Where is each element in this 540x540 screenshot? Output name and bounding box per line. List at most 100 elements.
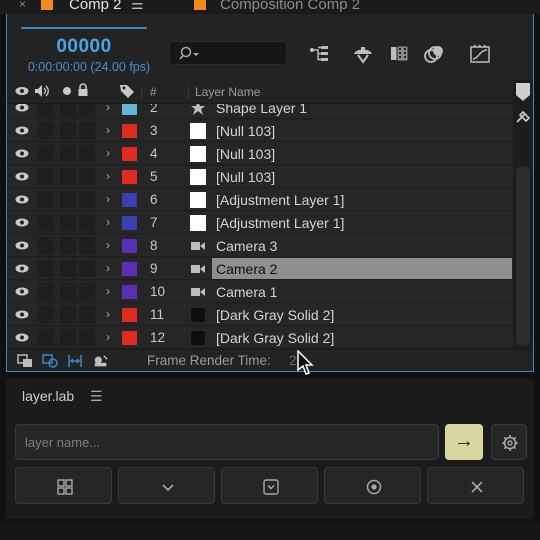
solo-toggle-cell[interactable] xyxy=(60,168,76,185)
lock-toggle-cell[interactable] xyxy=(79,191,95,208)
layer-name-cell[interactable]: Camera 2 xyxy=(212,258,512,279)
feather-pen-icon[interactable] xyxy=(515,108,533,124)
comp-toggle-icon[interactable] xyxy=(17,354,33,368)
expand-chevron-icon[interactable]: › xyxy=(106,307,110,321)
layer-name-cell[interactable]: [Adjustment Layer 1] xyxy=(212,212,512,233)
audio-toggle-cell[interactable] xyxy=(38,122,54,139)
lock-toggle-cell[interactable] xyxy=(79,214,95,231)
layer-name-cell[interactable]: Camera 1 xyxy=(212,281,512,302)
layerlab-menu-icon[interactable]: ☰ xyxy=(90,388,103,405)
panel-menu-icon[interactable]: ☰ xyxy=(131,0,144,13)
solo-toggle-cell[interactable] xyxy=(60,237,76,254)
layer-row[interactable]: › 11 [Dark Gray Solid 2] xyxy=(7,304,513,326)
draft-3d-icon[interactable] xyxy=(351,42,375,66)
label-color-swatch[interactable] xyxy=(122,262,137,276)
layer-row[interactable]: › 12 [Dark Gray Solid 2] xyxy=(7,327,513,349)
label-color-swatch[interactable] xyxy=(122,216,137,230)
label-color-swatch[interactable] xyxy=(122,285,137,299)
graph-editor-icon[interactable] xyxy=(468,42,492,66)
lock-toggle-cell[interactable] xyxy=(79,145,95,162)
checkbox-dropdown-button[interactable] xyxy=(221,467,318,504)
expand-chevron-icon[interactable]: › xyxy=(106,330,110,344)
expand-chevron-icon[interactable]: › xyxy=(106,169,110,183)
frame-blending-icon[interactable] xyxy=(388,42,412,66)
target-button[interactable] xyxy=(324,467,421,504)
solo-toggle-cell[interactable] xyxy=(60,214,76,231)
layer-row[interactable]: › 10 Camera 1 xyxy=(7,281,513,303)
layer-row[interactable]: › 7 [Adjustment Layer 1] xyxy=(7,212,513,234)
transfer-controls-icon[interactable] xyxy=(42,354,58,368)
motion-blur-icon[interactable] xyxy=(422,42,446,66)
in-out-icon[interactable] xyxy=(67,354,83,368)
scroll-thumb[interactable] xyxy=(516,166,530,346)
audio-toggle-cell[interactable] xyxy=(38,283,54,300)
solo-toggle-cell[interactable] xyxy=(60,191,76,208)
draft-icon[interactable] xyxy=(93,354,109,368)
audio-toggle-cell[interactable] xyxy=(38,237,54,254)
layer-row[interactable]: › 2 Shape Layer 1 xyxy=(7,104,513,119)
visibility-eye-icon[interactable] xyxy=(15,218,29,227)
expand-chevron-icon[interactable]: › xyxy=(106,261,110,275)
layer-row[interactable]: › 8 Camera 3 xyxy=(7,235,513,257)
visibility-eye-icon[interactable] xyxy=(15,195,29,204)
expand-chevron-icon[interactable]: › xyxy=(106,238,110,252)
visibility-eye-icon[interactable] xyxy=(15,172,29,181)
layer-name-cell[interactable]: [Null 103] xyxy=(212,143,512,164)
tab-composition-comp-2[interactable]: Composition Comp 2 xyxy=(220,0,360,13)
label-color-swatch[interactable] xyxy=(122,193,137,207)
visibility-eye-icon[interactable] xyxy=(15,264,29,273)
audio-toggle-cell[interactable] xyxy=(38,306,54,323)
solo-toggle-cell[interactable] xyxy=(60,260,76,277)
solo-toggle-cell[interactable] xyxy=(60,329,76,346)
video-visibility-column-icon[interactable] xyxy=(15,86,29,96)
layer-row[interactable]: › 6 [Adjustment Layer 1] xyxy=(7,189,513,211)
solo-toggle-cell[interactable] xyxy=(60,283,76,300)
solo-toggle-cell[interactable] xyxy=(60,145,76,162)
visibility-eye-icon[interactable] xyxy=(15,149,29,158)
audio-toggle-cell[interactable] xyxy=(38,329,54,346)
layer-scrollbar[interactable] xyxy=(513,80,533,350)
tab-comp-2[interactable]: Comp 2 xyxy=(69,0,122,13)
close-button[interactable] xyxy=(427,467,524,504)
lock-column-icon[interactable] xyxy=(77,83,89,97)
label-color-swatch[interactable] xyxy=(122,170,137,184)
label-color-swatch[interactable] xyxy=(122,239,137,253)
lock-toggle-cell[interactable] xyxy=(79,168,95,185)
visibility-eye-icon[interactable] xyxy=(15,333,29,342)
current-time-display[interactable]: 00000 xyxy=(21,36,147,58)
visibility-eye-icon[interactable] xyxy=(15,126,29,135)
visibility-eye-icon[interactable] xyxy=(15,310,29,319)
expand-chevron-icon[interactable]: › xyxy=(106,284,110,298)
close-tab-button[interactable]: × xyxy=(19,0,26,11)
visibility-eye-icon[interactable] xyxy=(15,287,29,296)
solo-toggle-cell[interactable] xyxy=(60,104,76,116)
layer-row[interactable]: › 3 [Null 103] xyxy=(7,120,513,142)
audio-toggle-cell[interactable] xyxy=(38,145,54,162)
grid-button[interactable] xyxy=(15,467,112,504)
expand-chevron-icon[interactable]: › xyxy=(106,192,110,206)
lock-toggle-cell[interactable] xyxy=(79,306,95,323)
column-layer-name-label[interactable]: Layer Name xyxy=(195,85,260,99)
dropdown-button[interactable] xyxy=(118,467,215,504)
visibility-eye-icon[interactable] xyxy=(15,241,29,250)
expand-chevron-icon[interactable]: › xyxy=(106,104,110,114)
work-area-marker-icon[interactable] xyxy=(516,83,530,101)
audio-column-icon[interactable] xyxy=(34,84,50,98)
layer-name-cell[interactable]: [Null 103] xyxy=(212,120,512,141)
audio-toggle-cell[interactable] xyxy=(38,104,54,116)
label-color-swatch[interactable] xyxy=(122,331,137,345)
layer-name-cell[interactable]: [Null 103] xyxy=(212,166,512,187)
lock-toggle-cell[interactable] xyxy=(79,237,95,254)
solo-toggle-cell[interactable] xyxy=(60,122,76,139)
label-tag-icon[interactable] xyxy=(119,83,135,99)
layer-row[interactable]: › 4 [Null 103] xyxy=(7,143,513,165)
layer-search-input[interactable] xyxy=(169,41,287,65)
expand-chevron-icon[interactable]: › xyxy=(106,146,110,160)
lock-toggle-cell[interactable] xyxy=(79,104,95,116)
layer-name-cell[interactable]: Shape Layer 1 xyxy=(212,104,512,118)
audio-toggle-cell[interactable] xyxy=(38,260,54,277)
create-layer-button[interactable]: → xyxy=(445,424,483,460)
solo-column-icon[interactable] xyxy=(62,86,72,96)
label-color-swatch[interactable] xyxy=(122,147,137,161)
lock-toggle-cell[interactable] xyxy=(79,329,95,346)
